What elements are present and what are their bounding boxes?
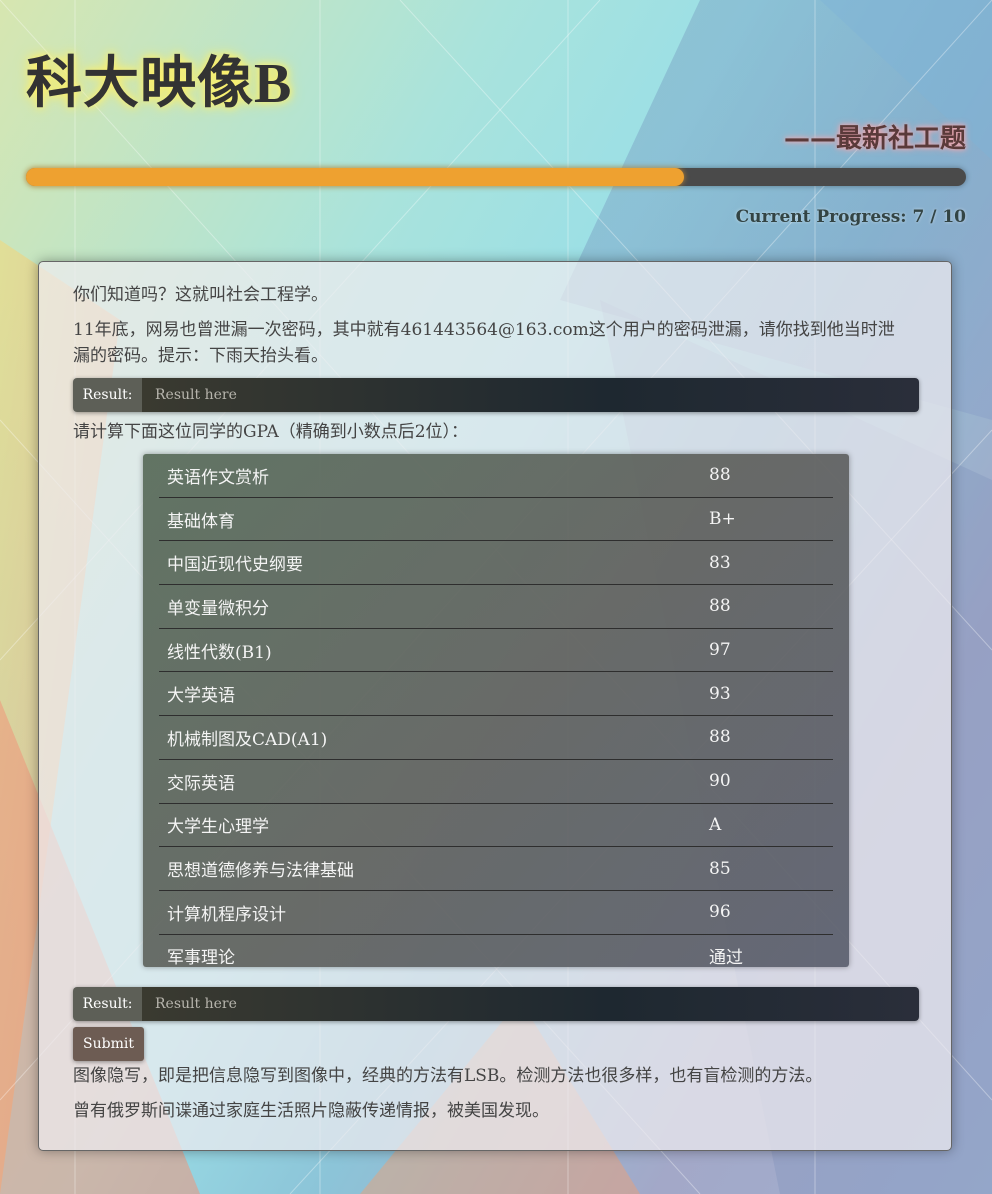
- result-1-input[interactable]: [142, 378, 919, 412]
- grade-score: 88: [709, 727, 731, 748]
- grade-score: 90: [709, 771, 731, 792]
- grade-course: 机械制图及CAD(A1): [167, 729, 328, 750]
- submit-button[interactable]: Submit: [73, 1027, 144, 1061]
- grade-score: 93: [709, 683, 731, 704]
- grade-row: 机械制图及CAD(A1) 88: [159, 716, 833, 760]
- page-title: 科大映像B: [26, 53, 293, 115]
- grade-row: 大学英语 93: [159, 672, 833, 717]
- grade-row: 军事理论 通过: [159, 935, 833, 978]
- result-2-input[interactable]: [142, 987, 919, 1021]
- grade-row: 交际英语 90: [159, 760, 833, 804]
- grade-score: 85: [709, 858, 731, 879]
- grade-course: 英语作文赏析: [167, 467, 269, 488]
- grade-course: 思想道德修养与法律基础: [167, 861, 354, 882]
- progress-bar-fill: [26, 168, 684, 186]
- grade-row: 基础体育 B+: [159, 498, 833, 542]
- question-2-text: 请计算下面这位同学的GPA（精确到小数点后2位）：: [73, 422, 469, 442]
- grade-course: 大学生心理学: [167, 817, 269, 838]
- grade-course: 军事理论: [167, 948, 235, 969]
- grade-score: 83: [709, 552, 731, 573]
- progress-bar: [26, 168, 966, 186]
- question-panel: 你们知道吗？这就叫社会工程学。 11年底，网易也曾泄漏一次密码，其中就有4614…: [38, 261, 952, 1151]
- intro-text: 你们知道吗？这就叫社会工程学。: [73, 285, 328, 305]
- grade-score: 96: [709, 902, 731, 923]
- grade-score: B+: [709, 509, 736, 530]
- page-subtitle: ——最新社工题: [783, 124, 966, 154]
- grade-row: 中国近现代史纲要 83: [159, 541, 833, 586]
- grade-course: 中国近现代史纲要: [167, 555, 303, 576]
- result-1-label: Result:: [73, 378, 142, 412]
- grade-row: 大学生心理学 A: [159, 804, 833, 848]
- grade-score: 97: [709, 640, 731, 661]
- grade-course: 单变量微积分: [167, 598, 269, 619]
- grade-score: 通过: [709, 948, 743, 969]
- question-1-text: 11年底，网易也曾泄漏一次密码，其中就有461443564@163.com这个用…: [73, 320, 895, 366]
- footer-text-1: 图像隐写，即是把信息隐写到图像中，经典的方法有LSB。检测方法也很多样，也有盲检…: [73, 1066, 823, 1086]
- grade-row: 计算机程序设计 96: [159, 891, 833, 935]
- grade-course: 计算机程序设计: [167, 904, 286, 925]
- grade-course: 基础体育: [167, 511, 235, 532]
- grade-score: A: [709, 814, 722, 835]
- grade-score: 88: [709, 465, 731, 486]
- result-2-group: Result:: [73, 987, 919, 1021]
- grade-course: 大学英语: [167, 686, 235, 707]
- footer-text-2: 曾有俄罗斯间谍通过家庭生活照片隐蔽传递情报，被美国发现。: [73, 1101, 549, 1121]
- grade-score: 88: [709, 596, 731, 617]
- grade-course: 交际英语: [167, 773, 235, 794]
- result-1-group: Result:: [73, 378, 919, 412]
- grade-row: 思想道德修养与法律基础 85: [159, 847, 833, 891]
- grade-row: 单变量微积分 88: [159, 585, 833, 629]
- grade-row: 英语作文赏析 88: [159, 454, 833, 498]
- result-2-label: Result:: [73, 987, 142, 1021]
- grade-row: 线性代数(B1) 97: [159, 629, 833, 673]
- progress-text: Current Progress: 7 / 10: [735, 207, 966, 227]
- grade-table: 英语作文赏析 88 基础体育 B+ 中国近现代史纲要 83 单变量微积分 88 线性代数(B1)…: [143, 454, 849, 968]
- grade-course: 线性代数(B1): [167, 642, 272, 663]
